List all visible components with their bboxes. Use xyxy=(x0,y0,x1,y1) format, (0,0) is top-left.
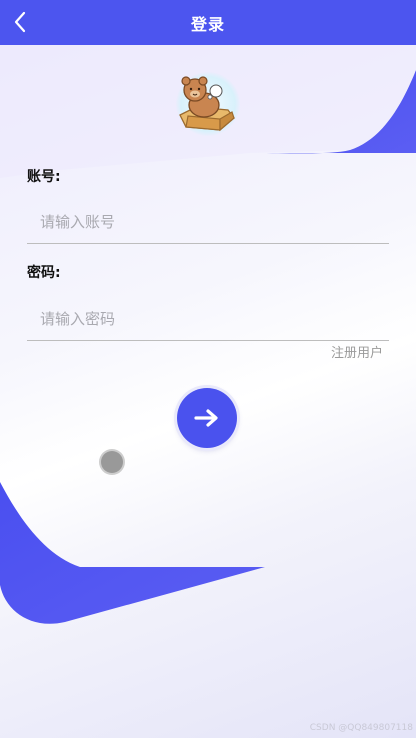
assistive-touch-dot[interactable] xyxy=(101,451,123,473)
register-link[interactable]: 注册用户 xyxy=(331,342,383,361)
login-submit-button[interactable] xyxy=(177,388,237,448)
page-title: 登录 xyxy=(190,14,225,34)
watermark: CSDN @QQ849807118 xyxy=(309,723,413,733)
bear-in-box-avatar xyxy=(179,76,235,132)
chevron-left-icon[interactable] xyxy=(8,9,34,35)
account-label: 账号: xyxy=(27,169,61,185)
password-input[interactable] xyxy=(27,297,389,341)
nav-bar: 登录 xyxy=(0,0,416,45)
avatar xyxy=(176,72,240,136)
password-label: 密码: xyxy=(27,265,61,281)
bottom-left-wave xyxy=(0,482,265,624)
arrow-right-icon xyxy=(194,409,218,427)
account-input[interactable] xyxy=(27,200,389,244)
